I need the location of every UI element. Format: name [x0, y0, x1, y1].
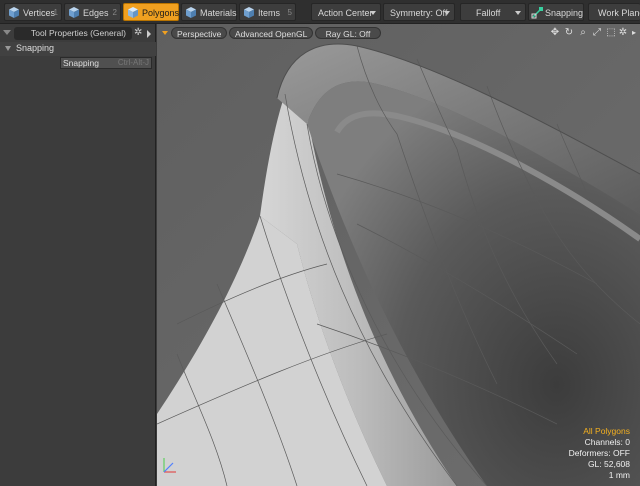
gear-icon[interactable]: ✲ [134, 28, 144, 38]
dropdown-label: Action Center [318, 8, 373, 18]
mode-edges-button[interactable]: Edges 2 [64, 3, 121, 21]
expand-triangle-icon [5, 46, 11, 51]
mode-label: Edges [83, 8, 109, 18]
chevron-down-icon [370, 11, 376, 15]
section-label: Snapping [16, 43, 55, 53]
gl-polycount: GL: 52,608 [587, 459, 630, 469]
property-shortcut: Ctrl-Alt-J [117, 58, 149, 67]
viewport-menu-icon[interactable] [162, 31, 168, 35]
snapping-section-header[interactable]: Snapping [0, 42, 156, 56]
maximize-icon[interactable]: ⬚ [605, 27, 617, 39]
viewport-header: Perspective Advanced OpenGL Ray GL: Off … [157, 27, 640, 41]
axis-gizmo-icon [163, 458, 176, 473]
mode-vertices-button[interactable]: Vertices 1 [4, 3, 62, 21]
dropdown-label: Snapping [545, 8, 584, 18]
more-arrow-icon[interactable]: ▸ [628, 27, 640, 39]
mode-label: Materials [200, 8, 237, 18]
mode-items-button[interactable]: Items 5 [239, 3, 296, 21]
selection-info: All Polygons [583, 426, 630, 436]
dropdown-label: Symmetry: Off [390, 8, 448, 18]
cube-icon [69, 7, 79, 18]
more-arrow-icon[interactable] [147, 30, 151, 38]
cube-icon [128, 7, 138, 18]
mode-shortcut: 5 [287, 8, 292, 17]
snap-magnet-icon [531, 7, 543, 19]
view-type-button[interactable]: Perspective [171, 27, 228, 39]
mode-polygons-button[interactable]: Polygons [123, 3, 179, 21]
mode-label: Polygons [142, 8, 180, 18]
collapse-arrow-icon[interactable] [3, 30, 11, 35]
mode-materials-button[interactable]: Materials [181, 3, 237, 21]
chevron-down-icon [444, 11, 450, 15]
viewport-info-overlay: All Polygons Channels: 0 Deformers: OFF … [510, 426, 630, 481]
dropdown-label: Work Plane [598, 8, 640, 18]
snapping-toggle-button[interactable]: Snapping [528, 3, 584, 21]
panel-title-dropdown[interactable]: Tool Properties (General) [14, 27, 132, 40]
zoom-view-icon[interactable]: ⌕ [577, 27, 589, 39]
channels-info: Channels: 0 [584, 437, 630, 447]
mode-label: Items [258, 8, 281, 18]
rotate-view-icon[interactable]: ↻ [563, 27, 575, 39]
cube-icon [244, 7, 254, 18]
action-center-dropdown[interactable]: Action Center [311, 3, 381, 21]
falloff-dropdown[interactable]: Falloff [460, 3, 526, 21]
mode-shortcut: 1 [53, 8, 58, 17]
fit-view-icon[interactable]: ⤢ [591, 27, 603, 39]
tool-properties-panel: Tool Properties (General) ✲ Snapping Sna… [0, 24, 156, 486]
property-label: Snapping [63, 58, 99, 68]
3d-viewport[interactable]: Perspective Advanced OpenGL Ray GL: Off … [157, 24, 640, 486]
render-mode-button[interactable]: Advanced OpenGL [229, 27, 314, 39]
cube-icon [186, 7, 196, 18]
main-toolbar: Vertices 1 Edges 2 Polygons Materials It… [0, 0, 640, 24]
snapping-property-row[interactable]: Snapping Ctrl-Alt-J [60, 57, 152, 69]
deformers-info: Deformers: OFF [568, 448, 630, 458]
work-plane-button[interactable]: Work Plane [588, 3, 640, 21]
app-window: Vertices 1 Edges 2 Polygons Materials It… [0, 0, 640, 486]
raygl-button[interactable]: Ray GL: Off [315, 27, 381, 39]
grid-scale: 1 mm [608, 470, 630, 480]
mode-shortcut: 2 [112, 8, 117, 17]
mode-label: Vertices [23, 8, 56, 18]
chevron-down-icon [515, 11, 521, 15]
panel-header: Tool Properties (General) ✲ [0, 26, 156, 42]
symmetry-dropdown[interactable]: Symmetry: Off [383, 3, 455, 21]
cube-icon [9, 7, 19, 18]
move-view-icon[interactable]: ✥ [549, 27, 561, 39]
panel-title: Tool Properties (General) [31, 28, 126, 38]
dropdown-label: Falloff [476, 8, 501, 18]
viewport-scene [157, 24, 640, 486]
